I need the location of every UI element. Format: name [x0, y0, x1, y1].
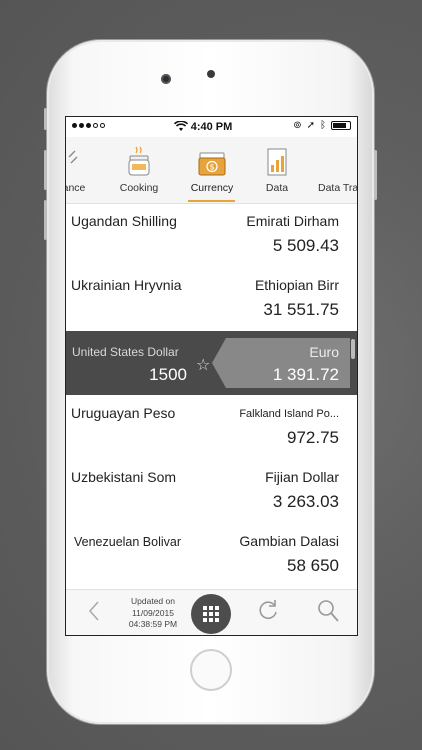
power-button: [374, 150, 377, 200]
list-item[interactable]: Uruguayan Peso Falkland Island Po... 972…: [66, 395, 357, 459]
list-item[interactable]: Uzbekistani Som Fijian Dollar 3 263.03: [66, 459, 357, 523]
favorite-star-icon[interactable]: ☆: [196, 355, 210, 375]
status-right: ⊚ ➚ ᛒ: [293, 120, 351, 131]
tab-data-transfer[interactable]: Data Tra: [318, 143, 357, 194]
volume-down-button: [44, 200, 47, 240]
location-icon: ➚: [306, 120, 315, 131]
svg-text:$: $: [209, 163, 214, 172]
earpiece: [207, 70, 215, 78]
to-currency-tag[interactable]: Euro 1 391.72: [212, 338, 350, 388]
to-currency-name: Euro: [309, 344, 339, 360]
data-document-icon: [262, 143, 292, 177]
volume-up-button: [44, 150, 47, 190]
back-chevron-icon[interactable]: [88, 600, 100, 629]
mute-switch: [44, 108, 47, 130]
selected-conversion-row[interactable]: United States Dollar 1500 ☆ Euro 1 391.7…: [66, 331, 357, 395]
currency-cash-icon: $: [186, 143, 238, 177]
list-item[interactable]: Ukrainian Hryvnia Ethiopian Birr 31 551.…: [66, 267, 357, 331]
from-currency-name: United States Dollar: [72, 345, 179, 359]
from-amount[interactable]: 1500: [149, 365, 187, 385]
search-icon[interactable]: [316, 598, 340, 629]
bluetooth-icon: ᛒ: [320, 120, 326, 131]
data-transfer-icon: [318, 143, 357, 177]
bottom-toolbar: Updated on 11/09/2015 04:38:59 PM: [66, 589, 357, 635]
app-screen: 4:40 PM ⊚ ➚ ᛒ ance Cooking: [65, 116, 358, 636]
tab-cooking[interactable]: Cooking: [116, 143, 162, 194]
grid-menu-button[interactable]: [191, 594, 231, 634]
tab-currency[interactable]: $ Currency: [186, 143, 238, 194]
active-tab-indicator: [188, 200, 235, 202]
status-bar: 4:40 PM ⊚ ➚ ᛒ: [66, 117, 357, 137]
cooking-pot-icon: [116, 143, 162, 177]
list-item[interactable]: Ugandan Shilling Emirati Dirham 5 509.43: [66, 203, 357, 267]
orientation-lock-icon: ⊚: [293, 120, 302, 131]
grid-icon: [203, 606, 219, 622]
to-amount: 1 391.72: [272, 365, 339, 384]
conversion-list[interactable]: Ugandan Shilling Emirati Dirham 5 509.43…: [66, 203, 357, 589]
battery-icon: [331, 121, 351, 130]
home-button[interactable]: [190, 649, 232, 691]
tab-data[interactable]: Data: [262, 143, 292, 194]
last-updated-info: Updated on 11/09/2015 04:38:59 PM: [128, 596, 178, 629]
finance-icon: [66, 143, 94, 177]
list-item[interactable]: Venezuelan Bolivar Gambian Dalasi 58 650: [66, 523, 357, 587]
refresh-icon[interactable]: [256, 598, 280, 629]
scroll-indicator[interactable]: [351, 339, 355, 359]
tab-finance[interactable]: ance: [66, 143, 94, 194]
front-camera: [161, 74, 171, 84]
category-tabs: ance Cooking $ Cu: [66, 137, 357, 204]
